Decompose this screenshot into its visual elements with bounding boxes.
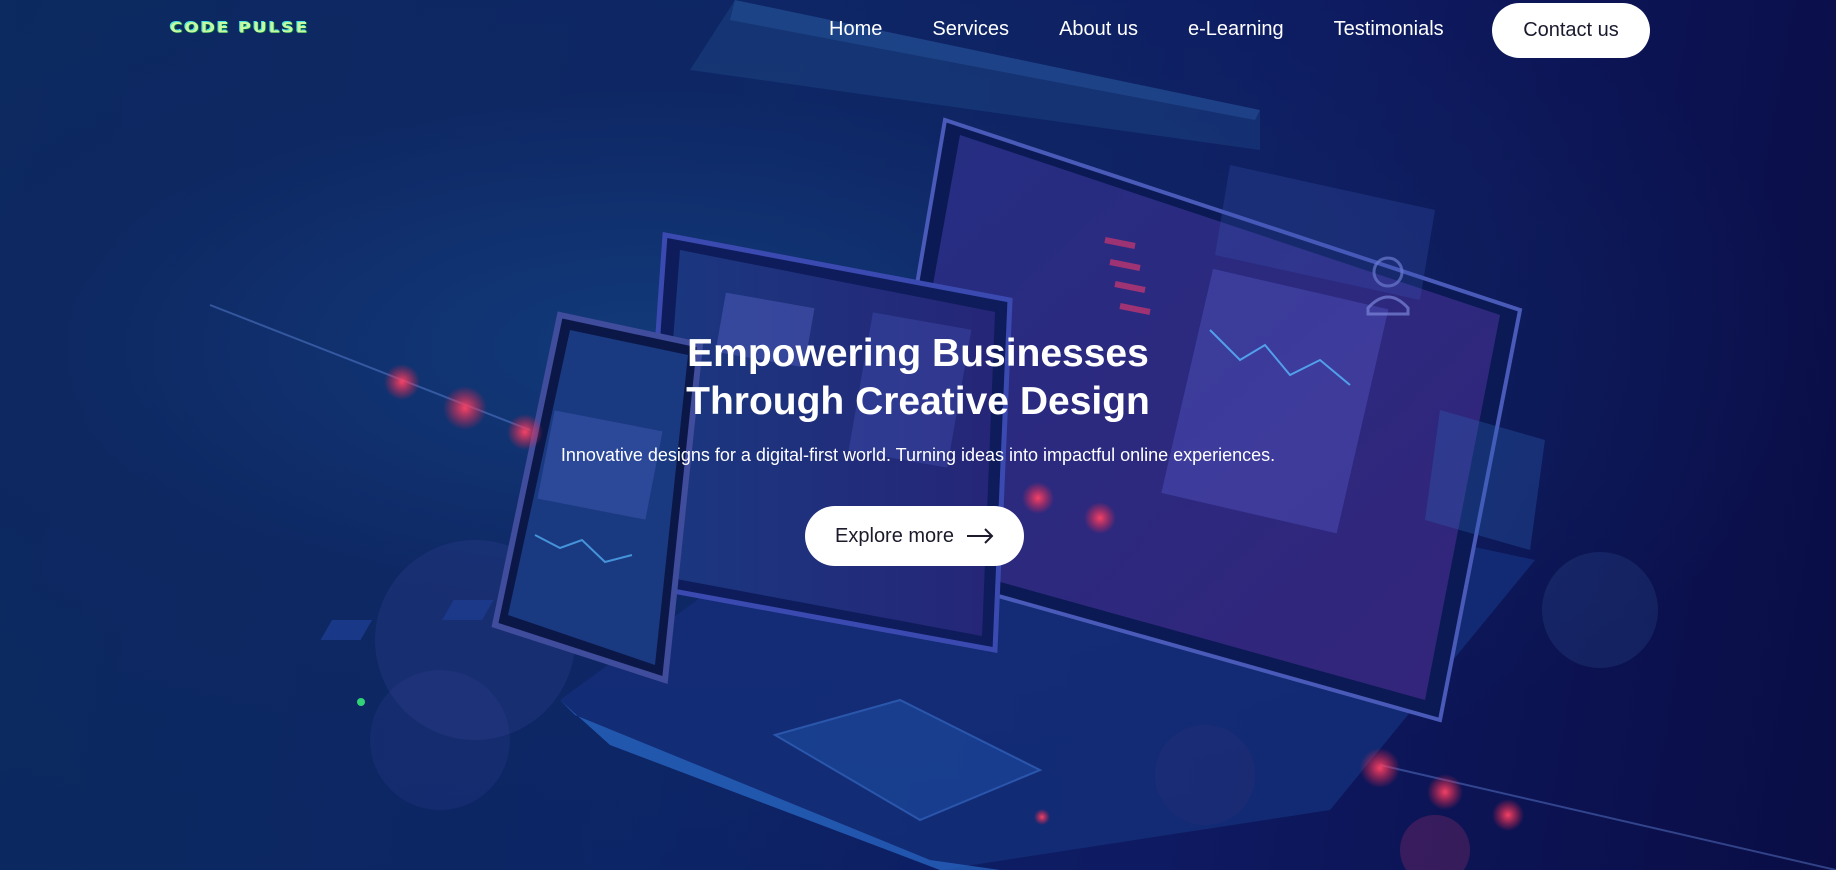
- nav-links: Home Services About us e-Learning Testim…: [829, 18, 1444, 41]
- nav-link-e-learning[interactable]: e-Learning: [1188, 18, 1284, 41]
- hero-subtitle: Innovative designs for a digital-first w…: [560, 445, 1276, 465]
- brand-logo[interactable]: CODE PULSE: [170, 20, 310, 37]
- arrow-right-icon: [966, 528, 994, 544]
- hero-section: CODE PULSE Home Services About us e-Lear…: [0, 0, 1836, 870]
- hero-headline: Empowering Businesses Through Creative D…: [0, 330, 1836, 426]
- explore-more-button[interactable]: Explore more: [805, 506, 1024, 566]
- hero-headline-line-1: Empowering Businesses: [687, 332, 1149, 375]
- hero-headline-line-2: Through Creative Design: [686, 380, 1150, 423]
- explore-more-label: Explore more: [835, 524, 954, 547]
- contact-us-button[interactable]: Contact us: [1492, 3, 1650, 58]
- nav-link-testimonials[interactable]: Testimonials: [1334, 18, 1444, 41]
- nav-link-services[interactable]: Services: [932, 18, 1009, 41]
- nav-link-about-us[interactable]: About us: [1059, 18, 1138, 41]
- hero-background-illustration: [209, 0, 1836, 870]
- top-navigation: CODE PULSE Home Services About us e-Lear…: [0, 0, 1836, 62]
- nav-link-home[interactable]: Home: [829, 18, 882, 41]
